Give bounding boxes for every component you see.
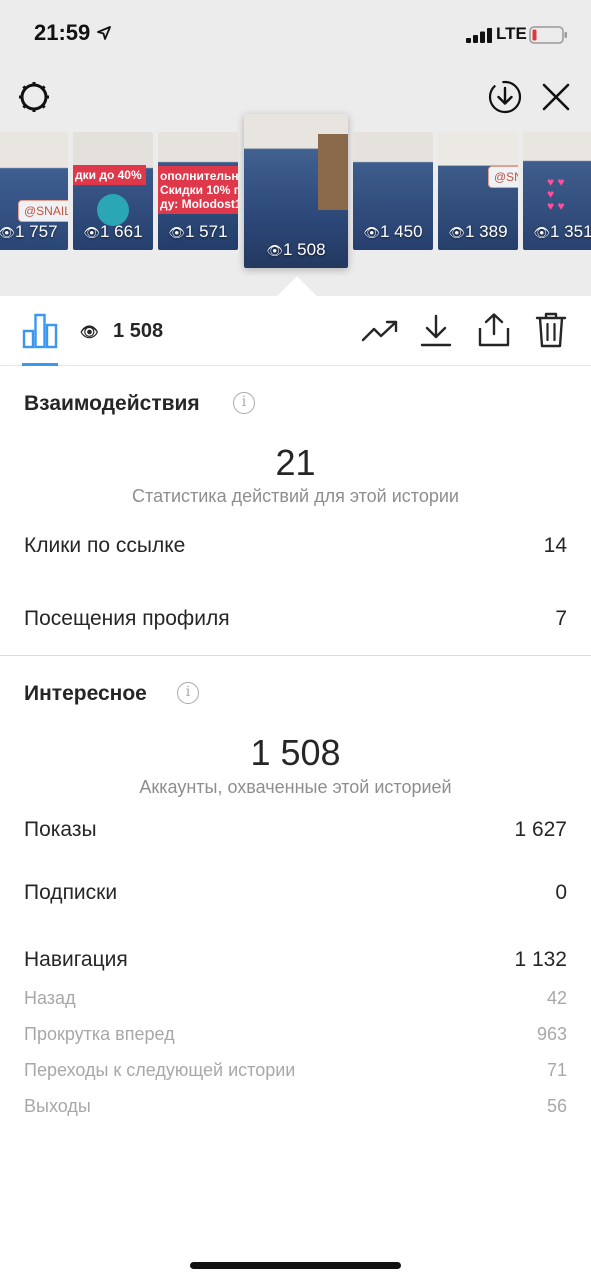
story-views-value: 1 351: [549, 222, 591, 241]
info-icon[interactable]: i: [233, 392, 255, 414]
stat-value: 7: [555, 607, 567, 630]
discovery-title: Интересное: [24, 682, 147, 705]
insights-tabbar: 👁 1 508: [0, 296, 591, 366]
download-circle-icon[interactable]: [487, 79, 523, 115]
story-view-count: 👁1 757: [0, 222, 68, 242]
story-thumbnail[interactable]: @SNAIL_S 👁1 757: [0, 132, 68, 250]
story-thumbnail-active[interactable]: 👁1 508: [244, 114, 348, 268]
nav-label: Прокрутка вперед: [24, 1024, 175, 1044]
story-tag: @SNA: [488, 166, 518, 188]
gear-icon[interactable]: [15, 78, 53, 116]
nav-value: 71: [546, 1060, 567, 1080]
stat-row-link-clicks: Клики по ссылке 14: [24, 534, 567, 558]
views-value: 1 508: [113, 320, 164, 342]
story-views-value: 1 661: [99, 222, 143, 241]
stat-label: Показы: [24, 818, 97, 841]
nav-value: 56: [546, 1096, 567, 1116]
story-view-count: 👁1 508: [244, 240, 348, 260]
discovery-total: 1 508: [250, 732, 341, 773]
stat-row-follows: Подписки 0: [24, 881, 567, 905]
heart-stickers: ♥ ♥ ♥ ♥ ♥: [547, 175, 565, 213]
nav-row-exits: Выходы 56: [24, 1096, 567, 1117]
info-icon[interactable]: i: [177, 682, 199, 704]
signal-icon: [466, 28, 492, 43]
battery-icon: [529, 26, 567, 44]
status-bar: 21:59 LTE: [0, 0, 591, 66]
eye-icon: 👁: [168, 225, 185, 240]
nav-row-back: Назад 42: [24, 988, 567, 1009]
eye-icon: 👁: [363, 225, 380, 240]
story-banner: дки до 40%: [73, 165, 146, 185]
story-strip-area: 21:59 LTE @SNAIL_S: [0, 0, 591, 316]
stat-label: Посещения профиля: [24, 607, 230, 630]
story-banner: ополнительны Скидки 10% по ду: Molodost1: [158, 166, 238, 214]
discovery-caption: Аккаунты, охваченные этой историей: [139, 777, 452, 797]
story-views-summary: 👁 1 508: [80, 320, 163, 343]
nav-row-next-story: Переходы к следующей истории 71: [24, 1060, 567, 1081]
interactions-total: 21: [275, 442, 316, 483]
close-icon[interactable]: [542, 83, 570, 111]
location-arrow-icon: [97, 26, 111, 40]
interactions-title: Взаимодействия: [24, 392, 200, 415]
story-thumbnails: @SNAIL_S 👁1 757 дки до 40% 👁1 661 ополни…: [0, 114, 591, 284]
home-indicator[interactable]: [190, 1262, 401, 1269]
story-view-count: 👁1 571: [158, 222, 238, 242]
stat-value: 0: [555, 881, 567, 904]
story-view-count: 👁1 450: [353, 222, 433, 242]
trending-icon[interactable]: [361, 319, 399, 343]
story-view-count: 👁1 351: [523, 222, 591, 242]
interactions-caption: Статистика действий для этой истории: [132, 486, 459, 506]
stat-label: Навигация: [24, 948, 128, 971]
story-views-value: 1 571: [184, 222, 228, 241]
trash-icon[interactable]: [535, 312, 567, 348]
story-thumbnail[interactable]: 👁1 450: [353, 132, 433, 250]
story-thumbnail[interactable]: @SNA 👁1 389: [438, 132, 518, 250]
stat-value: 1 627: [514, 818, 567, 841]
section-divider: [0, 655, 591, 656]
story-views-value: 1 389: [464, 222, 508, 241]
active-tab-indicator: [22, 363, 58, 366]
story-thumbnail[interactable]: ополнительны Скидки 10% по ду: Molodost1…: [158, 132, 238, 250]
insights-sheet: 👁 1 508 Взаимодействия i 21 Статистика де…: [0, 296, 591, 1280]
stat-label: Подписки: [24, 881, 118, 904]
eye-icon: 👁: [533, 225, 550, 240]
stat-value: 14: [543, 534, 567, 557]
story-views-value: 1 508: [282, 240, 326, 259]
nav-value: 963: [536, 1024, 567, 1044]
stat-label: Клики по ссылке: [24, 534, 186, 557]
eye-icon: 👁: [266, 243, 283, 258]
bar-chart-icon[interactable]: [22, 313, 58, 349]
download-icon[interactable]: [420, 314, 452, 348]
network-type: LTE: [496, 24, 527, 43]
story-views-value: 1 450: [379, 222, 423, 241]
story-view-count: 👁1 389: [438, 222, 518, 242]
status-time: 21:59: [34, 20, 91, 45]
eye-icon: 👁: [80, 324, 100, 341]
nav-label: Переходы к следующей истории: [24, 1060, 296, 1080]
nav-label: Выходы: [24, 1096, 91, 1116]
nav-value: 42: [546, 988, 567, 1008]
nav-row-forward: Прокрутка вперед 963: [24, 1024, 567, 1045]
share-icon[interactable]: [477, 312, 511, 348]
eye-icon: 👁: [0, 225, 15, 240]
stat-row-profile-visits: Посещения профиля 7: [24, 607, 567, 631]
story-view-count: 👁1 661: [73, 222, 153, 242]
nav-label: Назад: [24, 988, 76, 1008]
stat-value: 1 132: [514, 948, 567, 971]
wooden-shelf: [318, 134, 348, 210]
story-tag: @SNAIL_S: [18, 200, 68, 222]
story-views-value: 1 757: [14, 222, 58, 241]
story-thumbnail[interactable]: дки до 40% 👁1 661: [73, 132, 153, 250]
eye-icon: 👁: [83, 225, 100, 240]
stat-row-navigation: Навигация 1 132: [24, 948, 567, 972]
stat-row-impressions: Показы 1 627: [24, 818, 567, 842]
eye-icon: 👁: [448, 225, 465, 240]
story-thumbnail[interactable]: ♥ ♥ ♥ ♥ ♥ 👁1 351: [523, 132, 591, 250]
